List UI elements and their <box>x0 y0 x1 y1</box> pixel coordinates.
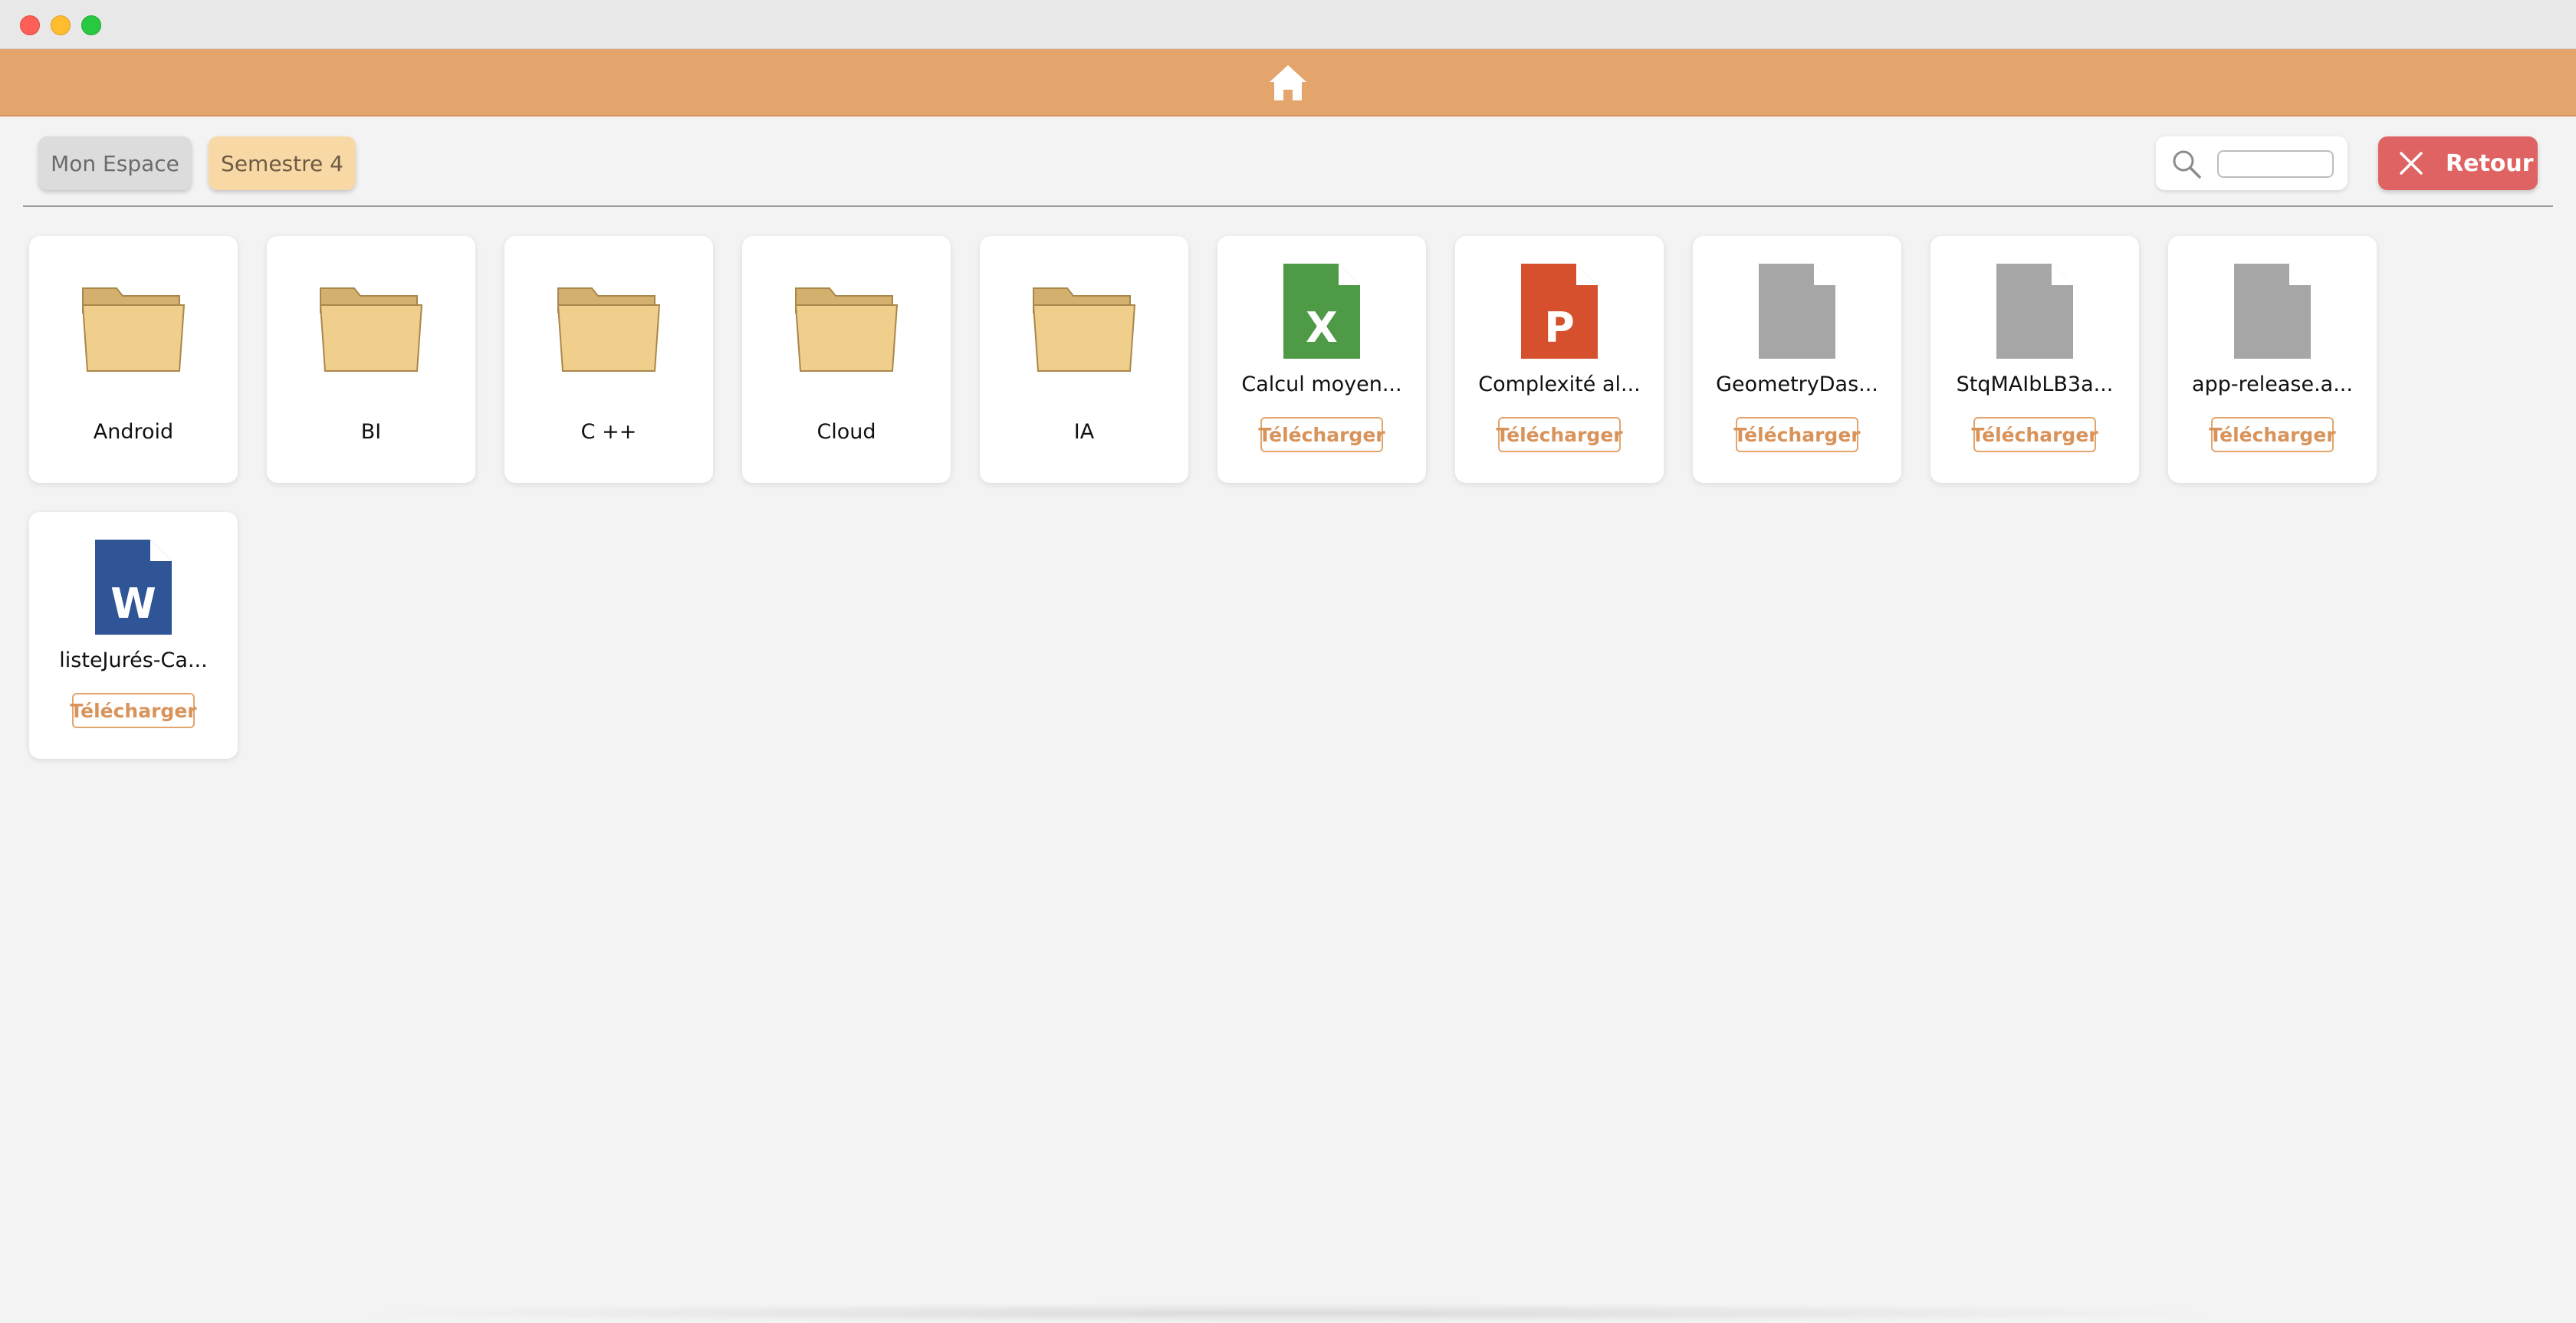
window-bottom-shadow <box>337 1303 2239 1323</box>
folder-icon <box>794 287 899 372</box>
toolbar: Mon Espace Semestre 4 Retour <box>0 117 2576 207</box>
folder-icon <box>319 287 423 372</box>
folder-card-android[interactable]: Android <box>29 236 238 483</box>
folder-card-cpp[interactable]: C ++ <box>504 236 713 483</box>
folder-icon <box>81 287 186 372</box>
file-name: Calcul moyen... <box>1241 373 1402 396</box>
app-header <box>0 49 2576 117</box>
search-box <box>2156 136 2348 190</box>
folder-name: BI <box>360 420 382 444</box>
window-titlebar <box>0 0 2576 49</box>
folder-name: Cloud <box>816 420 876 444</box>
back-button-label: Retour <box>2446 149 2534 177</box>
file-name: Complexité al... <box>1478 373 1641 396</box>
excel-file-icon: X <box>1283 264 1360 359</box>
minimize-window-button[interactable] <box>51 15 71 35</box>
download-button[interactable]: Télécharger <box>70 693 197 728</box>
folder-name: Android <box>93 420 174 444</box>
download-button[interactable]: Télécharger <box>1733 417 1861 452</box>
breadcrumb-mon-espace[interactable]: Mon Espace <box>38 136 192 190</box>
file-name: listeJurés-Ca... <box>59 648 208 672</box>
powerpoint-file-icon: P <box>1521 264 1598 359</box>
toolbar-divider <box>23 205 2553 207</box>
svg-text:W: W <box>110 579 156 628</box>
folder-icon <box>557 287 661 372</box>
close-icon <box>2400 152 2423 175</box>
home-icon[interactable] <box>1268 64 1308 102</box>
folder-name: C ++ <box>580 420 637 444</box>
back-button[interactable]: Retour <box>2378 136 2538 190</box>
svg-text:P: P <box>1544 304 1575 352</box>
download-button[interactable]: Télécharger <box>1971 417 2098 452</box>
folder-card-cloud[interactable]: Cloud <box>742 236 951 483</box>
file-card-geometrydash[interactable]: GeometryDas... Télécharger <box>1693 236 1901 483</box>
svg-text:X: X <box>1306 304 1338 352</box>
download-button[interactable]: Télécharger <box>1496 417 1623 452</box>
search-icon <box>2173 150 2201 179</box>
folder-card-bi[interactable]: BI <box>267 236 475 483</box>
folder-icon <box>1032 287 1136 372</box>
file-card-app-release[interactable]: app-release.a... Télécharger <box>2168 236 2377 483</box>
file-card-listejures[interactable]: W listeJurés-Ca... Télécharger <box>29 512 238 759</box>
folder-card-ia[interactable]: IA <box>980 236 1188 483</box>
file-name: app-release.a... <box>2192 373 2353 396</box>
folder-name: IA <box>1073 420 1095 444</box>
download-button[interactable]: Télécharger <box>2209 417 2336 452</box>
generic-file-icon <box>2234 264 2311 359</box>
file-name: GeometryDas... <box>1716 373 1878 396</box>
file-card-stqmaiblb3a[interactable]: StqMAIbLB3a... Télécharger <box>1930 236 2139 483</box>
zoom-window-button[interactable] <box>81 15 101 35</box>
file-card-complexite[interactable]: P Complexité al... Télécharger <box>1455 236 1664 483</box>
generic-file-icon <box>1759 264 1835 359</box>
file-name: StqMAIbLB3a... <box>1956 373 2114 396</box>
search-input[interactable] <box>2217 150 2334 178</box>
download-button[interactable]: Télécharger <box>1258 417 1385 452</box>
word-file-icon: W <box>95 540 172 635</box>
breadcrumb-semestre-4[interactable]: Semestre 4 <box>209 136 356 190</box>
file-card-calcul[interactable]: X Calcul moyen... Télécharger <box>1217 236 1426 483</box>
close-window-button[interactable] <box>20 15 40 35</box>
generic-file-icon <box>1996 264 2073 359</box>
